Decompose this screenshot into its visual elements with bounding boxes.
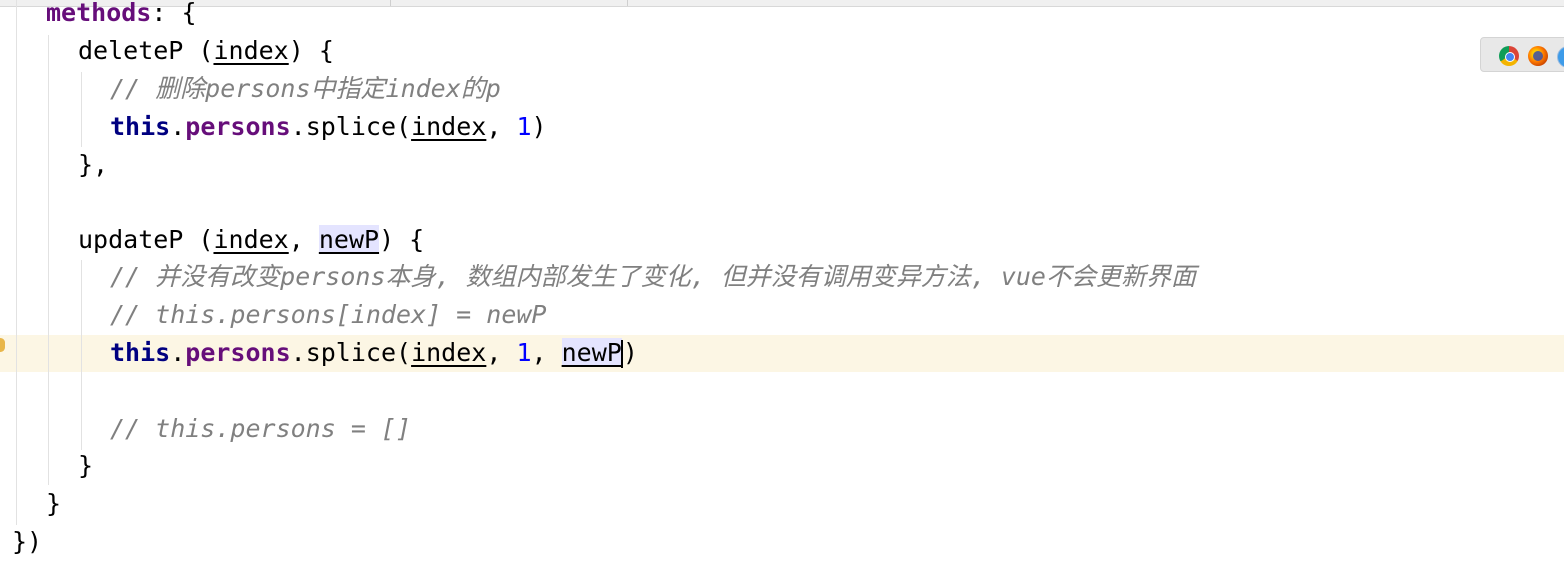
- code-comment: // this.persons[index] = newP: [110, 300, 547, 329]
- parameter-index: index: [411, 338, 487, 367]
- safari-icon[interactable]: [1557, 46, 1564, 68]
- methods-keyword: methods: [46, 0, 152, 27]
- code-token: ): [622, 338, 638, 367]
- code-token: .: [170, 112, 186, 141]
- parameter-newp: newP: [318, 225, 380, 254]
- code-comment: // this.persons = []: [110, 414, 412, 443]
- code-token: ,: [486, 112, 517, 141]
- code-token: ,: [288, 225, 319, 254]
- parameter-index: index: [411, 112, 487, 141]
- chrome-icon[interactable]: [1499, 46, 1519, 66]
- property-persons: persons: [185, 338, 291, 367]
- code-line: },: [78, 150, 109, 179]
- number-literal: 1: [516, 338, 532, 367]
- code-token: ): [531, 112, 547, 141]
- parameter-index: index: [213, 225, 289, 254]
- code-token: (: [183, 36, 214, 65]
- code-token: ,: [531, 338, 562, 367]
- parameter-newp: newP: [561, 338, 622, 367]
- intention-bulb-icon[interactable]: [0, 338, 5, 352]
- code-token: (: [183, 225, 214, 254]
- indent-guide: [48, 35, 49, 485]
- code-token: : {: [151, 0, 197, 27]
- code-token: .: [290, 338, 306, 367]
- indent-guide: [81, 260, 82, 450]
- code-token: (: [396, 112, 412, 141]
- code-token: (: [396, 338, 412, 367]
- code-line: updateP (index, newP) {: [78, 221, 424, 259]
- code-token: .: [290, 112, 306, 141]
- code-line: }: [46, 489, 62, 518]
- code-token: ) {: [379, 225, 425, 254]
- method-call: splice: [305, 112, 397, 141]
- code-token: .: [170, 338, 186, 367]
- code-line: }: [78, 451, 94, 480]
- code-token: ,: [486, 338, 517, 367]
- code-comment: // 删除persons中指定index的p: [110, 74, 501, 103]
- code-token: ) {: [288, 36, 334, 65]
- parameter-index: index: [213, 36, 289, 65]
- method-name: updateP: [78, 225, 184, 254]
- code-line: }): [12, 527, 43, 556]
- code-comment: // 并没有改变persons本身, 数组内部发生了变化, 但并没有调用变异方法…: [110, 262, 1196, 291]
- method-name: deleteP: [78, 36, 184, 65]
- code-editor[interactable]: methods: { deleteP (index) { // 删除person…: [0, 0, 1564, 565]
- code-line: this.persons.splice(index, 1): [110, 108, 547, 146]
- code-line: deleteP (index) {: [78, 32, 334, 70]
- code-line-current[interactable]: this.persons.splice(index, 1, newP): [110, 334, 638, 372]
- browser-preview-toolbar: [1480, 37, 1564, 72]
- this-keyword: this: [110, 338, 171, 367]
- method-call: splice: [305, 338, 397, 367]
- property-persons: persons: [185, 112, 291, 141]
- firefox-icon[interactable]: [1528, 46, 1548, 66]
- code-line: methods: {: [46, 0, 197, 32]
- this-keyword: this: [110, 112, 171, 141]
- indent-guide: [81, 72, 82, 147]
- indent-guide: [16, 0, 17, 525]
- number-literal: 1: [516, 112, 532, 141]
